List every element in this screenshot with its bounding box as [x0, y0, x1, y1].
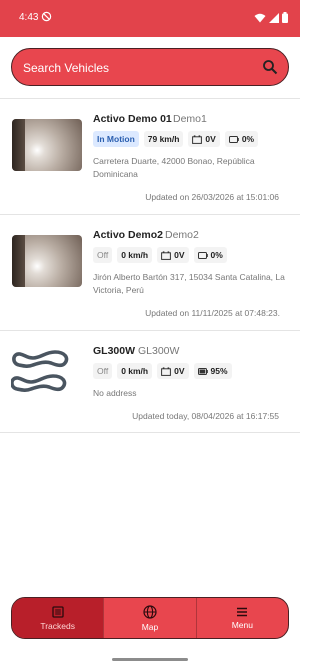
voltage-chip: 0V — [157, 247, 189, 263]
signal-icon — [269, 12, 279, 23]
vehicle-list: Activo Demo 01 Demo1 In Motion 79 km/h 0… — [0, 98, 300, 433]
vehicle-photo — [12, 119, 82, 171]
vehicle-card[interactable]: Activo Demo2 Demo2 Off 0 km/h 0V 0% Jiró… — [0, 214, 300, 330]
vehicle-updated: Updated on 11/11/2025 at 07:48:23. — [145, 308, 280, 318]
vehicle-address: Carretera Duarte, 42000 Bonao, República… — [93, 156, 255, 179]
nav-item-trackeds[interactable]: Trackeds — [12, 598, 105, 638]
voltage-chip: 0V — [188, 131, 220, 147]
car-battery-icon — [192, 134, 203, 144]
vehicle-plate: GL300W — [138, 345, 180, 357]
voltage-chip: 0V — [157, 363, 189, 379]
nav-label-menu: Menu — [231, 619, 253, 630]
vehicle-name: Activo Demo 01 — [93, 113, 172, 125]
vehicle-updated: Updated on 26/03/2026 at 15:01:06 — [145, 192, 279, 202]
battery-level-icon — [197, 251, 208, 259]
vehicle-updated: Updated today, 08/04/2026 at 16:17:55 — [132, 411, 279, 421]
car-battery-icon — [161, 366, 172, 376]
vehicle-address: Jirón Alberto Bartón 317, 15034 Santa Ca… — [93, 272, 285, 295]
home-indicator[interactable] — [112, 658, 188, 661]
battery-chip: 95% — [193, 363, 232, 379]
status-badge: In Motion — [93, 131, 139, 147]
search-bar[interactable]: Search Vehicles — [11, 48, 289, 86]
vehicle-photo — [12, 235, 82, 287]
speed-chip: 0 km/h — [117, 247, 153, 263]
footprints-icon — [11, 350, 69, 392]
vehicle-chips: In Motion 79 km/h 0V 0% — [93, 131, 259, 147]
battery-chip: 0% — [224, 131, 259, 147]
status-badge: Off — [93, 363, 113, 379]
status-badge: Off — [93, 247, 113, 263]
status-time: 4:43 — [19, 12, 39, 23]
vehicle-name: Activo Demo2 — [93, 229, 164, 241]
nav-label-map: Map — [141, 621, 159, 632]
vehicle-card[interactable]: GL300W GL300W Off 0 km/h 0V 95% No addre… — [0, 330, 300, 433]
vehicle-card[interactable]: Activo Demo 01 Demo1 In Motion 79 km/h 0… — [0, 98, 300, 214]
sync-off-icon — [41, 11, 52, 22]
vehicle-plate: Demo1 — [173, 113, 207, 125]
nav-item-menu[interactable]: Menu — [197, 598, 288, 638]
bottom-nav: Trackeds Map Menu — [11, 597, 289, 639]
search-input[interactable]: Search Vehicles — [23, 61, 109, 75]
list-icon — [52, 605, 64, 618]
vehicle-chips: Off 0 km/h 0V 95% — [93, 363, 232, 379]
wifi-icon — [254, 13, 266, 22]
menu-icon — [237, 607, 248, 616]
status-bar: 4:43 — [0, 0, 300, 37]
speed-chip: 79 km/h — [143, 131, 184, 147]
globe-icon — [143, 604, 157, 619]
nav-item-map[interactable]: Map — [104, 598, 197, 638]
speed-chip: 0 km/h — [117, 363, 153, 379]
status-icons — [254, 12, 288, 23]
vehicle-plate: Demo2 — [165, 229, 199, 241]
vehicle-address: No address — [93, 388, 137, 398]
search-icon[interactable] — [262, 59, 278, 75]
battery-icon — [282, 12, 288, 23]
vehicle-chips: Off 0 km/h 0V 0% — [93, 247, 227, 263]
nav-label-trackeds: Trackeds — [40, 620, 75, 631]
car-battery-icon — [161, 250, 172, 260]
battery-chip: 0% — [193, 247, 227, 263]
battery-level-icon — [228, 135, 239, 143]
battery-level-icon — [197, 367, 208, 375]
vehicle-name: GL300W — [93, 345, 136, 357]
